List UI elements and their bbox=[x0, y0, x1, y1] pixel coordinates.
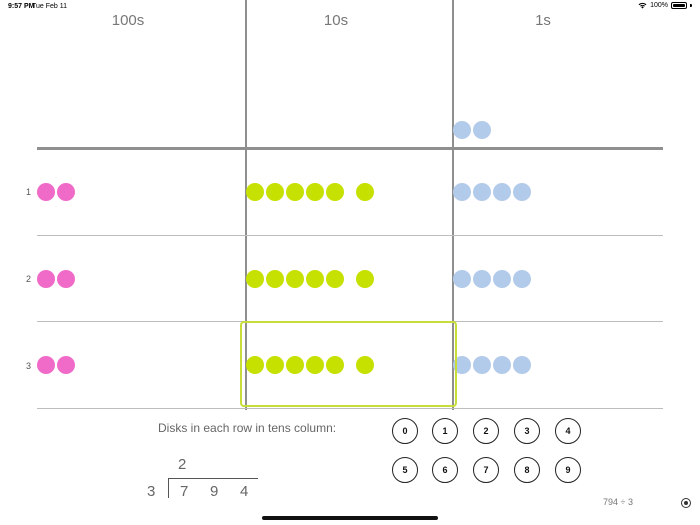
tens-disk[interactable] bbox=[326, 270, 344, 288]
row-label-2: 2 bbox=[26, 274, 32, 284]
keypad-5[interactable]: 5 bbox=[392, 457, 418, 483]
hundreds-disk[interactable] bbox=[37, 183, 55, 201]
remainder-ones-disk[interactable] bbox=[473, 121, 491, 139]
tens-disk[interactable] bbox=[306, 270, 324, 288]
hundreds-disk[interactable] bbox=[57, 356, 75, 374]
row-label-1: 1 bbox=[26, 187, 32, 197]
tens-disk[interactable] bbox=[306, 183, 324, 201]
division-bracket-vertical bbox=[168, 478, 169, 498]
dividend-digit-ones: 4 bbox=[240, 483, 249, 500]
tens-disk[interactable] bbox=[356, 270, 374, 288]
row-label-3: 3 bbox=[26, 361, 32, 371]
ones-disk[interactable] bbox=[493, 183, 511, 201]
tens-disk[interactable] bbox=[246, 270, 264, 288]
tens-disk[interactable] bbox=[286, 270, 304, 288]
ones-disk[interactable] bbox=[473, 356, 491, 374]
quotient-digit: 2 bbox=[178, 456, 187, 473]
keypad-2[interactable]: 2 bbox=[473, 418, 499, 444]
ones-disk[interactable] bbox=[473, 183, 491, 201]
wifi-icon bbox=[638, 2, 647, 9]
keypad-0[interactable]: 0 bbox=[392, 418, 418, 444]
hundreds-disk[interactable] bbox=[37, 270, 55, 288]
keypad-9[interactable]: 9 bbox=[555, 457, 581, 483]
status-date: Tue Feb 11 bbox=[32, 3, 68, 10]
hundreds-disk[interactable] bbox=[57, 183, 75, 201]
ones-disk[interactable] bbox=[493, 270, 511, 288]
hundreds-disk[interactable] bbox=[37, 356, 55, 374]
division-bracket-horizontal bbox=[168, 478, 258, 479]
battery-cap bbox=[690, 4, 692, 7]
ones-disk[interactable] bbox=[453, 270, 471, 288]
hundreds-disk[interactable] bbox=[57, 270, 75, 288]
dividend-digit-hundreds: 7 bbox=[180, 483, 189, 500]
keypad-8[interactable]: 8 bbox=[514, 457, 540, 483]
column-header-tens: 10s bbox=[323, 12, 349, 29]
status-right: 100% bbox=[638, 2, 692, 9]
ones-disk[interactable] bbox=[513, 356, 531, 374]
tens-disk[interactable] bbox=[266, 183, 284, 201]
tens-disk[interactable] bbox=[326, 183, 344, 201]
highlighted-cell bbox=[240, 321, 457, 407]
tens-disk[interactable] bbox=[286, 183, 304, 201]
ones-disk[interactable] bbox=[493, 356, 511, 374]
row-divider-3 bbox=[37, 408, 663, 409]
remainder-ones-disk[interactable] bbox=[453, 121, 471, 139]
home-indicator[interactable] bbox=[262, 516, 438, 520]
row-divider-1 bbox=[37, 235, 663, 236]
problem-label: 794 ÷ 3 bbox=[603, 497, 633, 507]
tens-disk[interactable] bbox=[266, 270, 284, 288]
ones-disk[interactable] bbox=[513, 183, 531, 201]
ones-disk[interactable] bbox=[473, 270, 491, 288]
column-header-ones: 1s bbox=[535, 12, 551, 29]
column-header-hundreds: 100s bbox=[111, 12, 145, 29]
keypad-3[interactable]: 3 bbox=[514, 418, 540, 444]
ones-disk[interactable] bbox=[453, 183, 471, 201]
tens-disk[interactable] bbox=[246, 183, 264, 201]
status-time: 9:57 PM bbox=[8, 3, 35, 10]
battery-icon bbox=[671, 2, 687, 9]
battery-percent: 100% bbox=[650, 2, 668, 9]
keypad-6[interactable]: 6 bbox=[432, 457, 458, 483]
record-icon[interactable] bbox=[681, 498, 691, 508]
tens-disk[interactable] bbox=[356, 183, 374, 201]
main-divider bbox=[37, 147, 663, 150]
keypad-4[interactable]: 4 bbox=[555, 418, 581, 444]
keypad-1[interactable]: 1 bbox=[432, 418, 458, 444]
prompt-text: Disks in each row in tens column: bbox=[158, 421, 337, 435]
dividend-digit-tens: 9 bbox=[210, 483, 219, 500]
keypad-7[interactable]: 7 bbox=[473, 457, 499, 483]
ones-disk[interactable] bbox=[513, 270, 531, 288]
divisor: 3 bbox=[147, 483, 156, 500]
